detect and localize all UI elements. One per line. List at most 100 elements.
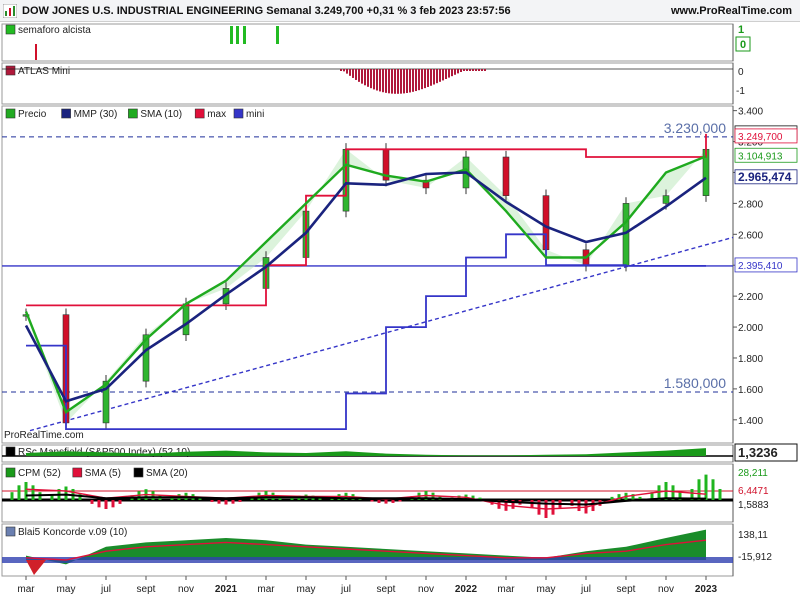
cpm-sma5-value: 6,4471 — [738, 486, 769, 497]
site-link[interactable]: www.ProRealTime.com — [671, 5, 792, 17]
atlas-bar — [454, 69, 456, 75]
atlas-bar — [343, 69, 345, 72]
cpm-bar — [704, 474, 708, 500]
atlas-bar — [427, 69, 429, 87]
cpm-bar — [537, 500, 541, 515]
atlas-bar — [385, 69, 387, 93]
cpm-bar — [31, 485, 35, 500]
x-tick-label: 2021 — [215, 584, 238, 595]
chart-canvas[interactable]: semaforo alcista ATLAS Mini Precio MMP (30)… — [0, 22, 800, 600]
semaforo-legend-swatch — [5, 24, 16, 35]
price-tick-label: 1.400 — [738, 416, 763, 427]
x-tick-label: mar — [257, 584, 275, 595]
price-legend-swatch — [233, 108, 244, 119]
chart-title: DOW JONES U.S. INDUSTRIAL ENGINEERING Se… — [22, 5, 511, 17]
cpm-legend-swatch — [133, 467, 144, 478]
x-tick-label: may — [537, 584, 556, 595]
x-tick-label: mar — [497, 584, 515, 595]
cpm-legend-label: SMA (5) — [85, 468, 121, 479]
candle-body — [502, 156, 510, 196]
semaforo-signal-bar — [230, 26, 233, 44]
atlas-right-1: -1 — [736, 86, 745, 97]
x-tick-label: sept — [617, 584, 636, 595]
atlas-bar — [415, 69, 417, 92]
semaforo-label: semaforo alcista — [18, 25, 91, 36]
rsc-legend-swatch — [5, 446, 16, 457]
semaforo-exit-bar — [35, 44, 37, 60]
koncorde-blue-band — [2, 557, 733, 563]
price-legend-swatch — [61, 108, 71, 119]
atlas-right-0: 0 — [738, 67, 744, 78]
price-legend-label: MMP (30) — [74, 109, 118, 120]
atlas-bar — [346, 69, 348, 74]
koncorde-label: Blai5 Koncorde v.09 (10) — [18, 527, 127, 538]
atlas-bar — [370, 69, 372, 89]
x-tick-label: sept — [377, 584, 396, 595]
semaforo-signal-bar — [276, 26, 279, 44]
atlas-bar — [388, 69, 390, 94]
atlas-bar — [469, 69, 471, 71]
atlas-bar — [352, 69, 354, 78]
atlas-label: ATLAS Mini — [18, 66, 70, 77]
koncorde-value: 138,11 — [738, 530, 768, 541]
semaforo-signal-bar — [236, 26, 239, 44]
atlas-bar — [424, 69, 426, 89]
cpm-bar — [64, 486, 68, 500]
x-tick-label: nov — [418, 584, 434, 595]
atlas-bar — [418, 69, 420, 91]
cpm-bar — [118, 500, 122, 504]
cpm-bar — [551, 500, 555, 515]
x-tick-label: 2022 — [455, 584, 478, 595]
atlas-bar — [421, 69, 423, 90]
cpm-bar — [391, 500, 395, 503]
price-value-label: 2.395,410 — [738, 261, 783, 272]
x-tick-label: jul — [340, 584, 351, 595]
price-legend-label: Precio — [18, 109, 47, 120]
atlas-bar — [451, 69, 453, 77]
x-tick-label: 2023 — [695, 584, 718, 595]
atlas-bar — [442, 69, 444, 81]
x-tick-label: mar — [17, 584, 35, 595]
price-value-label: 3.249,700 — [738, 132, 783, 143]
atlas-bar — [460, 69, 462, 73]
x-tick-label: may — [57, 584, 76, 595]
price-legend-label: mini — [246, 109, 264, 120]
price-tick-label: 1.800 — [738, 354, 763, 365]
atlas-bar — [412, 69, 414, 92]
cpm-bar — [377, 500, 381, 503]
price-tick-label: 1.600 — [738, 385, 763, 396]
cpm-bar — [697, 479, 701, 500]
atlas-legend-swatch — [5, 65, 16, 76]
x-tick-label: nov — [178, 584, 194, 595]
price-legend-label: SMA (10) — [140, 109, 182, 120]
candle-body — [182, 303, 190, 336]
resistance-annotation: 3.230,000 — [664, 120, 726, 136]
cpm-bar — [17, 485, 21, 500]
price-tick-label: 2.800 — [738, 199, 763, 210]
cpm-bar — [384, 500, 388, 504]
atlas-bar — [379, 69, 381, 92]
cpm-bar — [238, 500, 242, 502]
atlas-bar — [475, 69, 477, 71]
atlas-bar — [394, 69, 396, 94]
cpm-bar — [231, 500, 235, 504]
atlas-bar — [481, 69, 483, 71]
atlas-bar — [472, 69, 474, 71]
atlas-bar — [364, 69, 366, 86]
atlas-bar — [463, 69, 465, 71]
cpm-bar — [398, 500, 402, 502]
semaforo-signal-bar — [243, 26, 246, 44]
atlas-bar — [406, 69, 408, 93]
prorealtime-logo-icon — [3, 4, 17, 18]
cpm-bar — [90, 500, 94, 504]
cpm-bar — [217, 500, 221, 504]
x-tick-label: sept — [137, 584, 156, 595]
atlas-bar — [439, 69, 441, 82]
price-legend-swatch — [5, 108, 16, 119]
atlas-bar — [436, 69, 438, 84]
atlas-bar — [367, 69, 369, 87]
atlas-bar — [430, 69, 432, 86]
cpm-bar — [224, 500, 228, 505]
x-tick-label: nov — [658, 584, 674, 595]
price-tick-label: 3.400 — [738, 107, 763, 118]
